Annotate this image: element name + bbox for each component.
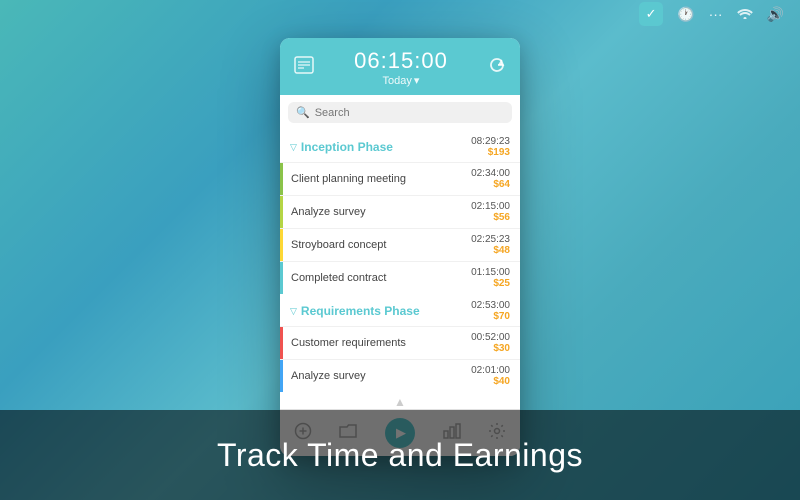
wifi-menu-icon [737,6,753,22]
item-name: Customer requirements [291,337,406,349]
group-time-inception: 08:29:23 [471,136,510,147]
item-earnings: $30 [471,343,510,354]
dots-menu-icon: ··· [709,6,723,22]
item-earnings: $40 [471,376,510,387]
item-time: 02:34:00 [471,168,510,179]
item-name: Analyze survey [291,206,366,218]
refresh-icon[interactable] [488,56,506,79]
item-time: 02:01:00 [471,365,510,376]
list-item[interactable]: Client planning meeting 02:34:00 $64 [280,162,520,195]
current-time: 06:15:00 [354,48,448,74]
report-icon [294,56,314,79]
search-icon: 🔍 [296,106,310,119]
list-item[interactable]: Customer requirements 00:52:00 $30 [280,326,520,359]
item-earnings: $48 [471,245,510,256]
search-input[interactable] [315,107,504,119]
clock-menu-icon: 🕐 [677,6,694,23]
volume-menu-icon: 🔊 [767,6,784,23]
group-title-requirements: Requirements Phase [301,304,420,318]
item-earnings: $25 [471,278,510,289]
group-time-requirements: 02:53:00 [471,300,510,311]
current-date[interactable]: Today ▾ [354,74,448,87]
item-name: Analyze survey [291,370,366,382]
app-window: 06:15:00 Today ▾ 🔍 ▽ Inception Phase [280,38,520,456]
header-center: 06:15:00 Today ▾ [354,48,448,87]
bottom-bar-title: Track Time and Earnings [217,437,583,474]
group-header-requirements[interactable]: ▽ Requirements Phase 02:53:00 $70 [280,294,520,326]
list-item[interactable]: Stroyboard concept 02:25:23 $48 [280,228,520,261]
item-time: 02:15:00 [471,201,510,212]
item-name: Completed contract [291,272,386,284]
group-earnings-requirements: $70 [471,311,510,322]
item-time: 01:15:00 [471,267,510,278]
entries-list: ▽ Inception Phase 08:29:23 $193 Client p… [280,130,520,392]
scroll-down-icon: ▲ [394,395,406,409]
group-earnings-inception: $193 [471,147,510,158]
group-header-inception[interactable]: ▽ Inception Phase 08:29:23 $193 [280,130,520,162]
item-time: 00:52:00 [471,332,510,343]
item-earnings: $64 [471,179,510,190]
item-name: Client planning meeting [291,173,406,185]
list-item[interactable]: Analyze survey 02:15:00 $56 [280,195,520,228]
collapse-requirements-icon[interactable]: ▽ [290,306,297,317]
search-bar[interactable]: 🔍 [288,102,512,123]
app-header: 06:15:00 Today ▾ [280,38,520,95]
item-name: Stroyboard concept [291,239,386,251]
list-item[interactable]: Analyze survey 02:01:00 $40 [280,359,520,392]
list-item[interactable]: Completed contract 01:15:00 $25 [280,261,520,294]
menu-bar: ✓ 🕐 ··· 🔊 [0,0,800,28]
item-earnings: $56 [471,212,510,223]
collapse-inception-icon[interactable]: ▽ [290,142,297,153]
bottom-bar: Track Time and Earnings [0,410,800,500]
app-menu-icon[interactable]: ✓ [639,2,663,26]
scroll-indicator: ▲ [280,392,520,409]
group-title-inception: Inception Phase [301,140,393,154]
item-time: 02:25:23 [471,234,510,245]
